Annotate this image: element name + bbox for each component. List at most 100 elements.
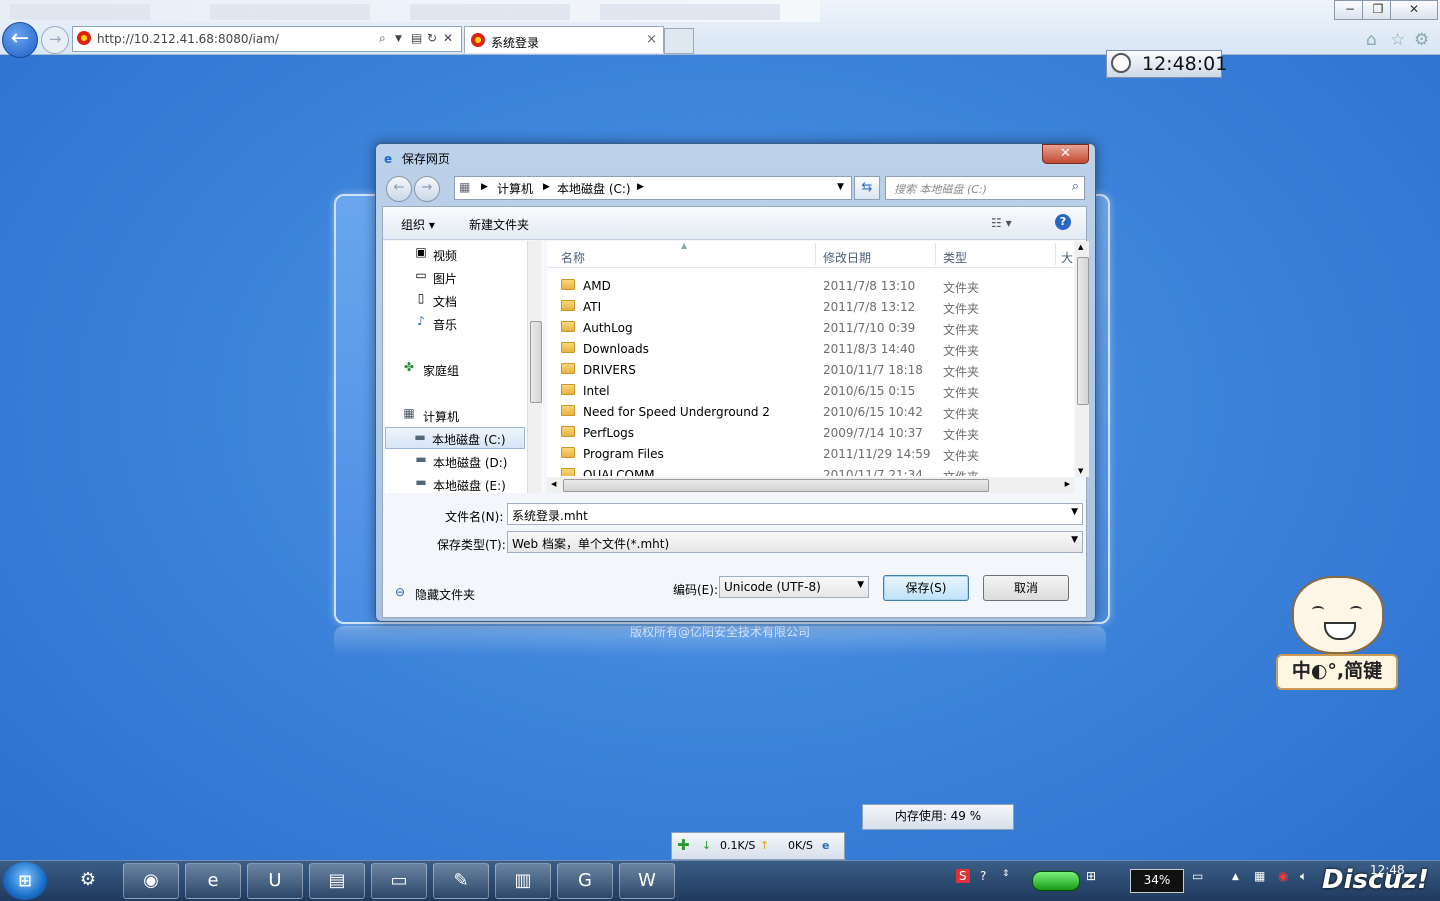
active-tab[interactable]: 系统登录 × xyxy=(464,26,664,53)
tray-network-icon[interactable]: ⊞ xyxy=(1086,869,1096,883)
tray-expand-icon[interactable]: ▲ xyxy=(1232,872,1239,882)
tray-weibo-icon[interactable]: ◉ xyxy=(1278,869,1288,883)
dialog-forward-button[interactable]: → xyxy=(414,176,440,202)
dialog-close-button[interactable]: ✕ xyxy=(1042,144,1089,164)
ie-icon[interactable]: e xyxy=(822,839,829,852)
taskbar-ie[interactable]: e xyxy=(185,863,241,899)
ghost-tab[interactable] xyxy=(410,4,570,20)
file-row[interactable]: Downloads 2011/8/3 14:40 文件夹 xyxy=(547,338,1074,359)
encoding-select[interactable]: Unicode (UTF-8) ▼ xyxy=(719,576,869,598)
taskbar-ultraedit[interactable]: U xyxy=(247,863,303,899)
nav-item-music[interactable]: ♪ 音乐 xyxy=(385,312,525,334)
home-icon[interactable]: ⌂ xyxy=(1366,30,1377,50)
file-row[interactable]: Program Files 2011/11/29 14:59 文件夹 xyxy=(547,443,1074,464)
nav-scrollbar[interactable] xyxy=(527,241,542,493)
column-divider[interactable] xyxy=(815,243,816,265)
taskbar-app-5[interactable]: ▤ xyxy=(309,863,365,899)
cancel-button[interactable]: 取消 xyxy=(983,575,1069,601)
taskbar-app-1[interactable]: ⚙ xyxy=(60,863,116,899)
view-options-icon[interactable]: ☷ ▾ xyxy=(991,216,1012,230)
stop-icon[interactable]: ✕ xyxy=(443,31,453,45)
column-divider[interactable] xyxy=(935,243,936,265)
help-icon[interactable]: ? xyxy=(1055,214,1071,230)
scroll-left-icon[interactable]: ◀ xyxy=(551,480,556,488)
nav-item-video[interactable]: ▣ 视频 xyxy=(385,243,525,265)
ime-mascot[interactable]: 中◐°,简键 xyxy=(1276,572,1398,690)
search-icon[interactable]: ⌕ xyxy=(379,31,386,46)
refresh-button[interactable]: ⇆ xyxy=(854,176,880,200)
file-row[interactable]: QUALCOMM 2010/11/7 21:34 文件夹 xyxy=(547,464,1074,476)
taskbar-chrome[interactable]: ◉ xyxy=(123,863,179,899)
column-divider[interactable] xyxy=(1055,243,1056,265)
hide-folders-button[interactable]: 隐藏文件夹 xyxy=(415,586,475,603)
forward-button[interactable]: → xyxy=(41,26,69,54)
new-folder-button[interactable]: 新建文件夹 xyxy=(469,216,529,233)
dialog-back-button[interactable]: ← xyxy=(386,176,412,202)
file-row[interactable]: ATI 2011/7/8 13:12 文件夹 xyxy=(547,296,1074,317)
taskbar-app-7[interactable]: ✎ xyxy=(433,863,489,899)
compat-view-icon[interactable]: ▤ xyxy=(411,31,422,45)
chevron-down-icon[interactable]: ▼ xyxy=(837,182,844,192)
scroll-up-icon[interactable]: ▲ xyxy=(1078,243,1083,251)
breadcrumb-item[interactable]: 本地磁盘 (C:) xyxy=(557,180,631,197)
new-tab-button[interactable] xyxy=(664,28,694,54)
taskbar-winrar[interactable]: ▥ xyxy=(495,863,551,899)
nav-item-drive-e[interactable]: ▬ 本地磁盘 (E:) xyxy=(385,473,525,495)
volume-icon[interactable]: 🔈︎ xyxy=(1300,869,1307,884)
refresh-icon[interactable]: ↻ xyxy=(427,31,437,45)
ghost-tab[interactable] xyxy=(210,4,370,20)
nav-item-documents[interactable]: ▯ 文档 xyxy=(385,289,525,311)
close-window-button[interactable]: ✕ xyxy=(1390,0,1438,20)
column-type[interactable]: 类型 xyxy=(943,249,967,266)
tray-app-icon[interactable]: ▦ xyxy=(1254,869,1265,883)
file-row[interactable]: Need for Speed Underground 2 2010/6/15 10… xyxy=(547,401,1074,422)
search-box[interactable]: 搜索 本地磁盘 (C:) ⌕ xyxy=(885,176,1085,200)
gear-icon[interactable]: ⚙ xyxy=(1414,30,1429,50)
ghost-tab[interactable] xyxy=(10,4,150,20)
favorites-star-icon[interactable]: ☆ xyxy=(1390,30,1405,50)
ime-status-bar[interactable]: 中◐°,简键 xyxy=(1276,654,1398,690)
start-button[interactable]: ⊞ xyxy=(3,862,47,900)
chevron-down-icon[interactable]: ▼ xyxy=(1071,507,1078,517)
file-row[interactable]: AuthLog 2011/7/10 0:39 文件夹 xyxy=(547,317,1074,338)
scroll-thumb[interactable] xyxy=(563,479,989,492)
taskbar-word[interactable]: W xyxy=(619,863,675,899)
tray-s-icon[interactable]: S xyxy=(956,869,970,883)
taskbar-explorer[interactable]: ▭ xyxy=(371,863,427,899)
file-list-scrollbar[interactable]: ▲ ▼ xyxy=(1075,241,1089,477)
save-button[interactable]: 保存(S) xyxy=(883,575,969,601)
filename-input[interactable]: 系统登录.mht ▼ xyxy=(507,503,1083,525)
battery-indicator[interactable] xyxy=(1032,871,1080,891)
breadcrumb-item[interactable]: 计算机 xyxy=(497,180,533,197)
nav-item-pictures[interactable]: ▭ 图片 xyxy=(385,266,525,288)
scroll-right-icon[interactable]: ▶ xyxy=(1065,480,1070,488)
file-row[interactable]: DRIVERS 2010/11/7 18:18 文件夹 xyxy=(547,359,1074,380)
horizontal-scrollbar[interactable]: ◀ ▶ xyxy=(547,477,1074,493)
tray-device-icon[interactable]: ▭ xyxy=(1192,869,1203,883)
taskbar-app-9[interactable]: G xyxy=(557,863,613,899)
scroll-thumb[interactable] xyxy=(530,321,542,403)
tray-options-icon[interactable]: ⇕ xyxy=(1002,869,1010,879)
column-size[interactable]: 大 xyxy=(1061,249,1073,266)
file-row[interactable]: AMD 2011/7/8 13:10 文件夹 xyxy=(547,275,1074,296)
nav-item-computer[interactable]: ▦ 计算机 xyxy=(385,404,525,426)
breadcrumb[interactable]: ▦ ▶ 计算机 ▶ 本地磁盘 (C:) ▶ ▼ xyxy=(454,176,852,200)
column-date[interactable]: 修改日期 xyxy=(823,249,871,266)
scroll-thumb[interactable] xyxy=(1077,257,1089,405)
organize-button[interactable]: 组织 ▾ xyxy=(401,216,435,233)
chevron-down-icon[interactable]: ▼ xyxy=(395,34,402,44)
nav-item-drive-d[interactable]: ▬ 本地磁盘 (D:) xyxy=(385,450,525,472)
ghost-tab[interactable] xyxy=(600,4,780,20)
tray-help-icon[interactable]: ? xyxy=(980,869,986,883)
column-name[interactable]: 名称 xyxy=(561,249,585,266)
back-button[interactable]: ← xyxy=(2,22,38,58)
collapse-icon[interactable]: ⊖ xyxy=(395,585,405,599)
close-tab-icon[interactable]: × xyxy=(646,32,657,47)
scroll-down-icon[interactable]: ▼ xyxy=(1078,467,1083,475)
taskbar-clock[interactable]: 12:48 xyxy=(1370,863,1405,877)
file-row[interactable]: PerfLogs 2009/7/14 10:37 文件夹 xyxy=(547,422,1074,443)
file-row[interactable]: Intel 2010/6/15 0:15 文件夹 xyxy=(547,380,1074,401)
filetype-select[interactable]: Web 档案，单个文件(*.mht) ▼ xyxy=(507,531,1083,553)
nav-item-homegroup[interactable]: ✤ 家庭组 xyxy=(385,358,525,380)
nav-item-drive-c[interactable]: ▬ 本地磁盘 (C:) xyxy=(385,427,525,449)
